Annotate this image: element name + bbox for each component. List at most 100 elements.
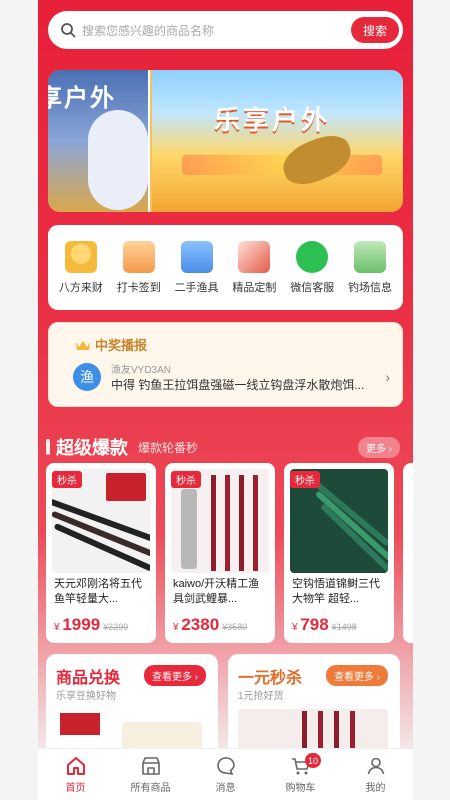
tab-label: 首页 — [65, 783, 86, 794]
nav-label: 精品定制 — [232, 281, 277, 294]
nav-label: 二手渔具 — [174, 281, 219, 294]
tackle-box-icon — [180, 240, 213, 273]
bottom-tab-bar: 首页 所有商品 消息 10 购物车 我的 — [38, 748, 413, 800]
flash-sale-tag: 秒杀 — [52, 471, 82, 488]
nav-label: 打卡签到 — [116, 281, 161, 294]
search-bar[interactable]: 搜索您感兴趣的商品名称 搜索 — [48, 11, 403, 49]
flash-sale-tag: 秒杀 — [290, 471, 320, 488]
hot-more-button[interactable]: 更多 › — [358, 437, 401, 458]
rod-graphic — [318, 711, 323, 748]
price-value: 798 — [300, 615, 329, 634]
winner-title: 中奖播报 — [95, 338, 148, 353]
nav-item-checkin[interactable]: 打卡签到 — [111, 240, 167, 295]
tab-cart[interactable]: 10 购物车 — [263, 749, 338, 800]
original-price: ¥3580 — [222, 622, 248, 632]
tab-home[interactable]: 首页 — [38, 749, 113, 800]
tab-all-products[interactable]: 所有商品 — [113, 749, 188, 800]
fishing-spot-icon — [354, 240, 387, 273]
flash-subtitle: 1元抢好货 — [238, 691, 284, 702]
nav-item-custom[interactable]: 精品定制 — [226, 240, 282, 295]
nav-label: 钓场信息 — [348, 281, 393, 294]
rod-graphic — [181, 489, 197, 569]
product-price: ¥ 798 ¥1498 — [292, 615, 357, 635]
fish-image — [277, 129, 357, 191]
message-icon — [216, 757, 235, 776]
exchange-title: 商品兑换 — [56, 670, 121, 687]
exchange-item-image — [56, 709, 106, 748]
nav-item-wechat[interactable]: 微信客服 — [284, 240, 340, 295]
original-price: ¥1498 — [331, 622, 357, 632]
product-price: ¥ 1999 ¥3299 — [54, 615, 128, 635]
tab-label: 购物车 — [285, 783, 316, 794]
checkin-icon — [122, 240, 155, 273]
search-input[interactable]: 搜索您感兴趣的商品名称 — [82, 22, 351, 39]
section-accent-bar — [46, 439, 50, 455]
custom-rod-icon — [238, 240, 271, 273]
banner-slide-prev: 享户外 — [48, 70, 150, 212]
store-icon — [141, 757, 160, 775]
promo-banner[interactable]: 享户外 乐享户外 — [48, 70, 403, 212]
winner-broadcast[interactable]: 中奖播报 渔 渔友VYD3AN 中得 钓鱼王拉饵盘强磁一线立钩盘浮水散炮饵...… — [48, 322, 403, 407]
more-label: 查看更多 — [334, 672, 374, 683]
cart-count-badge: 10 — [305, 753, 322, 768]
nav-item-wealth[interactable]: 八方来财 — [53, 240, 109, 295]
product-card-peek[interactable] — [403, 463, 413, 643]
rod-graphic — [314, 490, 388, 562]
price-value: 1999 — [62, 615, 101, 634]
exchange-item-image — [122, 722, 202, 748]
exchange-subtitle: 乐享豆换好物 — [56, 691, 116, 702]
tab-messages[interactable]: 消息 — [188, 749, 263, 800]
nav-item-used-tackle[interactable]: 二手渔具 — [169, 240, 225, 295]
tab-label: 所有商品 — [130, 783, 171, 794]
home-content: 搜索您感兴趣的商品名称 搜索 享户外 乐享户外 八方来财 打卡签到 二手渔具 精… — [38, 0, 413, 748]
currency-symbol: ¥ — [292, 622, 298, 633]
brand-seal — [60, 713, 100, 735]
product-price: ¥ 2380 ¥3580 — [173, 615, 247, 635]
banner-title: 乐享户外 — [214, 105, 331, 135]
quick-nav: 八方来财 打卡签到 二手渔具 精品定制 微信客服 钓场信息 — [48, 225, 403, 310]
rod-graphic — [334, 711, 339, 748]
price-value: 2380 — [181, 615, 220, 634]
rod-graphic — [302, 711, 307, 748]
avatar: 渔 — [73, 363, 101, 391]
banner-slide-main: 乐享户外 — [152, 70, 403, 212]
exchange-card[interactable]: 商品兑换 乐享豆换好物 查看更多 › — [46, 654, 218, 748]
nav-label: 微信客服 — [290, 281, 335, 294]
more-label: 更多 — [366, 444, 386, 455]
product-card[interactable]: 秒杀 空钩悟道锦鲥三代大物竿 超轻... ¥ 798 ¥1498 — [284, 463, 394, 643]
angler-image — [88, 110, 148, 210]
brand-seal — [106, 473, 146, 501]
hot-title: 超级爆款 — [56, 438, 128, 458]
currency-symbol: ¥ — [54, 622, 60, 633]
flash-title: 一元秒杀 — [238, 670, 303, 687]
more-label: 查看更多 — [152, 672, 192, 683]
rod-graphic — [239, 475, 244, 571]
winner-username: 渔友VYD3AN — [111, 365, 172, 376]
rod-graphic — [253, 475, 258, 571]
flash-item-image — [238, 709, 388, 748]
tab-profile[interactable]: 我的 — [338, 749, 413, 800]
product-name: 空钩悟道锦鲥三代大物竿 超轻... — [292, 578, 380, 605]
product-card[interactable]: 秒杀 kaiwo/开沃精工渔具剑武鲤暴... ¥ 2380 ¥3580 — [165, 463, 275, 643]
product-name: kaiwo/开沃精工渔具剑武鲤暴... — [173, 578, 260, 605]
tab-label: 我的 — [365, 783, 386, 794]
search-icon — [60, 22, 76, 38]
search-button[interactable]: 搜索 — [351, 17, 399, 43]
profile-icon — [367, 757, 384, 775]
flash-more-button[interactable]: 查看更多 › — [326, 665, 389, 686]
banner-left-text: 享户外 — [48, 85, 116, 112]
hot-subtitle: 爆款轮番秒 — [138, 440, 199, 455]
winner-prize-text: 中得 钓鱼王拉饵盘强磁一线立钩盘浮水散炮饵... — [111, 378, 365, 392]
wealth-icon — [64, 240, 97, 273]
exchange-more-button[interactable]: 查看更多 › — [144, 665, 207, 686]
flash-sale-tag: 秒杀 — [171, 471, 201, 488]
product-card[interactable]: 秒杀 天元邓刚洺将五代鱼竿轻量大... ¥ 1999 ¥3299 — [46, 463, 156, 643]
original-price: ¥3299 — [103, 622, 129, 632]
flash-card[interactable]: 一元秒杀 1元抢好货 查看更多 › — [228, 654, 400, 748]
banner-city-graphic — [182, 155, 382, 175]
wechat-icon — [296, 240, 329, 273]
nav-item-fishing-spot[interactable]: 钓场信息 — [342, 240, 398, 295]
rod-graphic — [211, 475, 216, 571]
hot-section-header: 超级爆款 爆款轮番秒 — [46, 434, 198, 460]
product-name: 天元邓刚洺将五代鱼竿轻量大... — [54, 578, 142, 605]
